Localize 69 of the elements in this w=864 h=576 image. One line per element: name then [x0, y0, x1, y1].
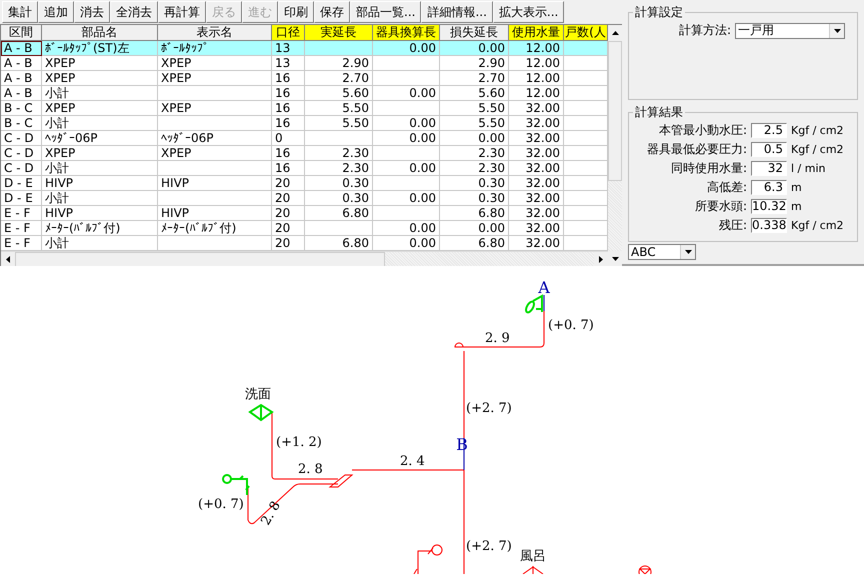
field-label: 本管最小動水圧:: [658, 122, 747, 139]
fixture-label: 洗面: [245, 387, 271, 402]
height-label: (+2. 7): [466, 401, 512, 416]
unit-label: l / min: [791, 162, 826, 175]
unit-label: m: [791, 200, 803, 213]
field-label: 高低差:: [706, 179, 747, 196]
table-row[interactable]: A - B ﾎﾞｰﾙﾀｯﾌﾟ(ST)左 ﾎﾞｰﾙﾀｯﾌﾟ 13 0.00 0.00 12.00: [1, 41, 608, 56]
height-label: (+1. 2): [276, 435, 322, 450]
unit-label: Kgf / cm2: [791, 219, 845, 232]
field-label: 所要水頭:: [694, 198, 747, 215]
table-row[interactable]: E - F 小計 20 6.80 0.00 6.80 32.00: [1, 236, 608, 251]
height-label: (+2. 7): [466, 539, 512, 554]
toolbar-button[interactable]: 消去: [74, 1, 110, 23]
table-row[interactable]: B - C XPEP XPEP 16 5.50 5.50 32.00: [1, 101, 608, 116]
table-row[interactable]: D - E HIVP HIVP 20 0.30 0.30 32.00: [1, 176, 608, 191]
column-header[interactable]: 損失延長: [440, 25, 509, 41]
unit-label: Kgf / cm2: [791, 124, 845, 137]
column-header[interactable]: 使用水量: [509, 25, 564, 41]
table-row[interactable]: D - E 小計 20 0.30 0.00 0.30 32.00: [1, 191, 608, 206]
toolbar-button[interactable]: 再計算: [158, 1, 206, 23]
table-row[interactable]: C - D 小計 16 2.30 0.00 2.30 32.00: [1, 161, 608, 176]
column-header[interactable]: 器具換算長: [373, 25, 440, 41]
toolbar-button[interactable]: 追加: [38, 1, 74, 23]
group-title: 計算設定: [634, 4, 684, 21]
table-row[interactable]: A - B XPEP XPEP 13 2.90 2.90 12.00: [1, 56, 608, 71]
column-header[interactable]: 実延長: [305, 25, 373, 41]
view-dropdown[interactable]: ABC: [628, 244, 696, 260]
table-row[interactable]: E - F HIVP HIVP 20 6.80 6.80 32.00: [1, 206, 608, 221]
table-cell: A - B: [1, 41, 42, 56]
table-row[interactable]: C - D XPEP XPEP 16 2.30 2.30 32.00: [1, 146, 608, 161]
method-dropdown[interactable]: 一戸用: [735, 22, 846, 38]
toolbar-button[interactable]: 拡大表示...: [492, 1, 564, 23]
field-label: 器具最低必要圧力:: [646, 141, 747, 158]
column-header[interactable]: 表示名: [158, 25, 272, 41]
table-row[interactable]: A - B XPEP XPEP 16 2.70 2.70 12.00: [1, 71, 608, 86]
table-row[interactable]: B - C 小計 16 5.50 0.00 5.50 32.00: [1, 116, 608, 131]
toolbar-button[interactable]: 保存: [314, 1, 350, 23]
column-header[interactable]: 口径: [272, 25, 305, 41]
field-label: 同時使用水量:: [670, 160, 747, 177]
unit-label: Kgf / cm2: [791, 143, 845, 156]
table-row[interactable]: A - B 小計 16 5.60 0.00 5.60 12.00: [1, 86, 608, 101]
unit-label: m: [791, 181, 803, 194]
toolbar-button[interactable]: 全消去: [110, 1, 158, 23]
fixture-label: 風呂: [520, 549, 546, 564]
node-label: A: [538, 278, 550, 297]
toolbar-button[interactable]: 印刷: [278, 1, 314, 23]
value-field[interactable]: 2.5: [751, 123, 787, 138]
column-header[interactable]: 部品名: [42, 25, 158, 41]
toolbar-button[interactable]: 集計: [2, 1, 38, 23]
field-label: 計算方法:: [679, 22, 732, 39]
length-label: 2. 9: [485, 331, 510, 346]
length-label: 2. 4: [400, 454, 425, 469]
table-row[interactable]: E - F ﾒｰﾀｰ(ﾊﾞﾙﾌﾞ付) ﾒｰﾀｰ(ﾊﾞﾙﾌﾞ付) 20 0.00 0.00 32.00: [1, 221, 608, 236]
toolbar-button[interactable]: 詳細情報...: [421, 1, 493, 23]
field-label: 残圧:: [718, 217, 747, 234]
column-header[interactable]: 区間: [1, 25, 42, 41]
value-field[interactable]: 6.3: [751, 180, 787, 195]
value-field[interactable]: 0.338: [751, 218, 787, 233]
toolbar-button[interactable]: 部品一覧...: [350, 1, 422, 23]
height-label: (+0. 7): [548, 318, 594, 333]
value-field[interactable]: 0.5: [751, 142, 787, 157]
group-title: 計算結果: [634, 104, 684, 121]
length-label: 2. 8: [258, 499, 284, 528]
height-label: (+0. 7): [198, 497, 244, 512]
column-header[interactable]: 戸数(人: [564, 25, 608, 41]
value-field[interactable]: 32: [751, 161, 787, 176]
length-label: 2. 8: [298, 462, 323, 477]
table-row[interactable]: C - D ﾍｯﾀﾞｰ06P ﾍｯﾀﾞｰ06P 0 0.00 0.00 32.00: [1, 131, 608, 146]
value-field[interactable]: 10.32: [751, 199, 787, 214]
